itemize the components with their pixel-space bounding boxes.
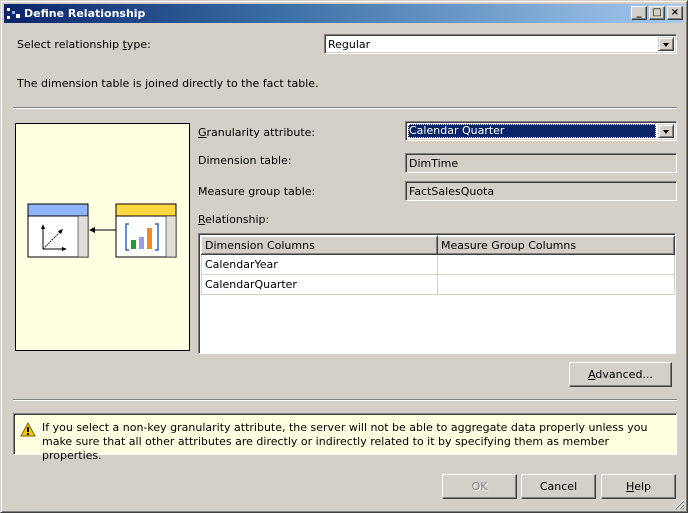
resize-grip-icon[interactable]: [673, 498, 685, 510]
cancel-button[interactable]: Cancel: [521, 474, 596, 499]
warning-icon: [20, 422, 36, 437]
measure-group-column-cell[interactable]: [437, 274, 675, 295]
relationship-type-select[interactable]: Regular: [324, 34, 677, 54]
measure-group-icon: [115, 203, 177, 258]
dimension-column-cell[interactable]: CalendarQuarter: [201, 274, 438, 295]
relationship-description: The dimension table is joined directly t…: [17, 77, 319, 90]
diagram-graphic: [27, 203, 177, 258]
minimize-icon: _: [636, 7, 642, 18]
measure-group-table-field: FactSalesQuota: [405, 181, 677, 201]
chevron-down-icon[interactable]: [658, 124, 674, 138]
close-button[interactable]: ×: [667, 6, 683, 20]
table-row[interactable]: CalendarYear: [201, 254, 675, 275]
define-relationship-dialog: Define Relationship _ □ × Select relatio…: [0, 0, 688, 513]
measure-group-table-label: Measure group table:: [198, 185, 316, 198]
minimize-button[interactable]: _: [631, 6, 647, 20]
dimension-column-cell[interactable]: CalendarYear: [201, 254, 438, 275]
column-header-measure-group[interactable]: Measure Group Columns: [437, 236, 675, 255]
granularity-attribute-select[interactable]: Calendar Quarter: [405, 121, 677, 141]
table-row[interactable]: CalendarQuarter: [201, 274, 675, 295]
dimension-table-icon: [27, 203, 89, 258]
maximize-button[interactable]: □: [649, 6, 665, 20]
dimension-table-label: Dimension table:: [198, 154, 292, 167]
separator-bottom: [13, 399, 677, 401]
close-icon: ×: [670, 7, 680, 18]
separator-top: [13, 107, 677, 109]
relationship-type-label: Select relationship type:: [17, 38, 151, 51]
ok-button[interactable]: OK: [442, 474, 517, 499]
app-icon: [7, 8, 20, 19]
granularity-label: Granularity attribute:: [198, 126, 316, 139]
relationship-diagram: [15, 123, 190, 351]
column-header-dimension[interactable]: Dimension Columns: [201, 236, 438, 255]
window-title: Define Relationship: [24, 7, 146, 20]
title-bar[interactable]: Define Relationship _ □ ×: [4, 4, 684, 23]
relationship-type-value: Regular: [328, 38, 371, 51]
advanced-button[interactable]: Advanced...: [569, 362, 672, 387]
granularity-attribute-value: Calendar Quarter: [408, 124, 656, 138]
warning-panel: If you select a non-key granularity attr…: [13, 413, 677, 462]
relationship-grid[interactable]: Dimension Columns Measure Group Columns …: [198, 233, 676, 354]
dimension-table-field: DimTime: [405, 153, 677, 173]
maximize-icon: □: [652, 7, 662, 18]
warning-text: If you select a non-key granularity attr…: [42, 421, 648, 462]
chevron-down-icon[interactable]: [658, 37, 674, 51]
help-button[interactable]: Help: [601, 474, 676, 499]
relationship-arrow: [89, 227, 116, 233]
measure-group-column-cell[interactable]: [437, 254, 675, 275]
relationship-label: Relationship:: [198, 213, 270, 226]
